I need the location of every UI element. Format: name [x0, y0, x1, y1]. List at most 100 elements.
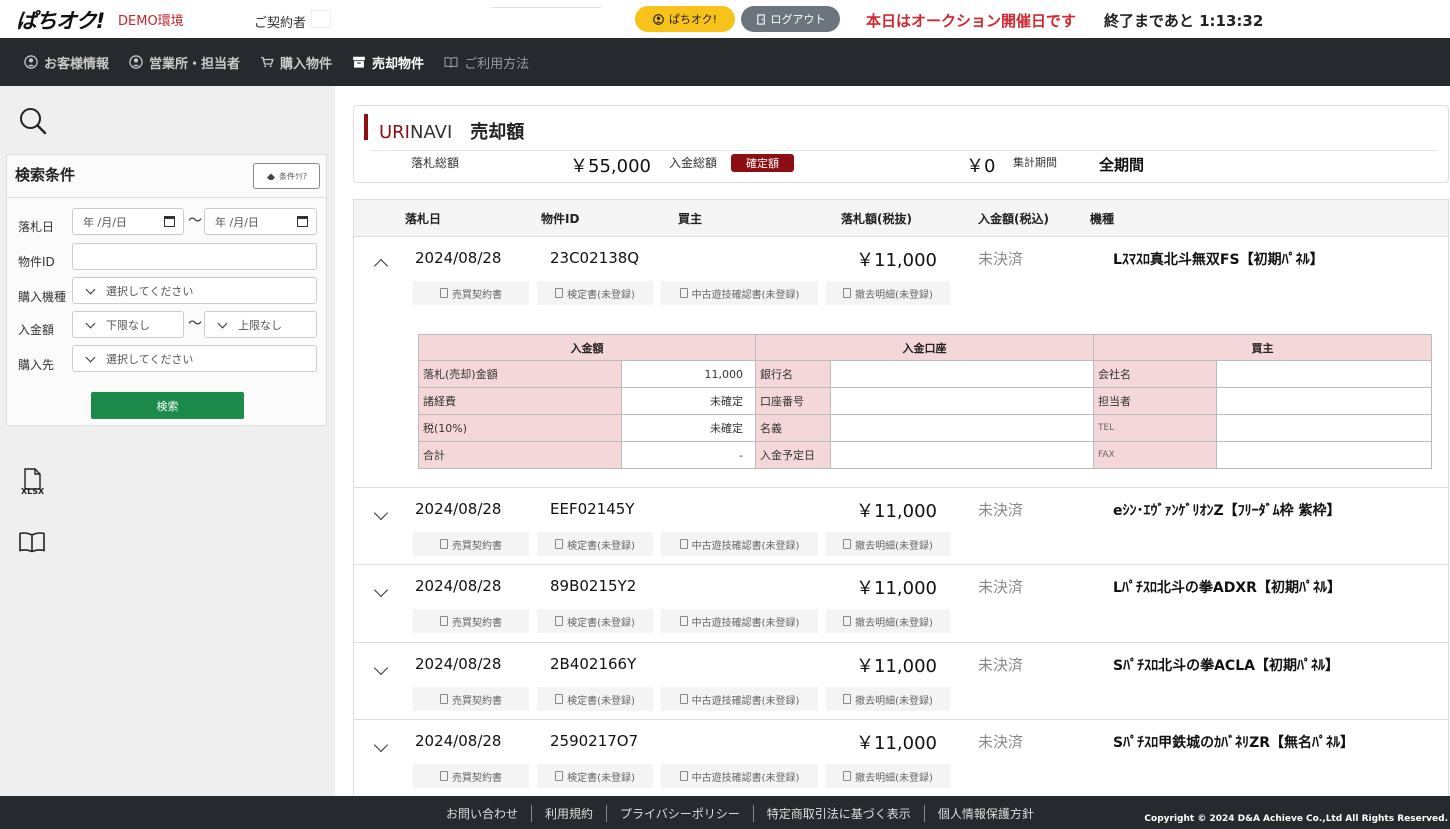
row-status: 未決済 — [978, 578, 1024, 596]
nav-item-sold[interactable]: 売却物件 — [352, 53, 424, 72]
contract-name-field — [311, 10, 331, 28]
logout-button[interactable]: ログアウト — [741, 6, 840, 32]
nav-item-purchased[interactable]: 購入物件 — [260, 53, 332, 72]
doc-contract-button[interactable]: 売買契約書 — [413, 281, 529, 305]
chevron-up-icon[interactable] — [373, 258, 389, 274]
search-conditions-panel: 検索条件 条件ｸﾘｱ 落札日 年 /月/日 〜 年 /月/日 物件ID 購入機種… — [6, 154, 327, 426]
doc-used-confirm-button[interactable]: 中古遊技確認書(未登録) — [661, 281, 818, 305]
col-date: 落札日 — [405, 212, 442, 226]
table-row[interactable]: 2024/08/28 EEF02145Y ￥11,000 未決済 eｼﾝ･ｴｳﾞ… — [354, 488, 1448, 565]
doc-inspection-button[interactable]: 検定書(未登録) — [537, 687, 653, 711]
row-status: 未決済 — [978, 250, 1024, 268]
doc-removal-button[interactable]: 撤去明細(未登録) — [826, 764, 950, 788]
copyright: Copyright © 2024 D&A Achieve Co.,Ltd All… — [1144, 814, 1448, 824]
row-model: Sﾊﾟﾁｽﾛ北斗の拳ACLA【初期ﾊﾟﾈﾙ】 — [1113, 658, 1339, 674]
table-row[interactable]: 2024/08/28 2590217O7 ￥11,000 未決済 Sﾊﾟﾁｽﾛ甲… — [354, 720, 1448, 797]
row-date: 2024/08/28 — [415, 655, 502, 673]
doc-contract-button[interactable]: 売買契約書 — [413, 532, 529, 556]
scheduled-label: 入金予定日 — [755, 441, 831, 469]
document-icon — [440, 694, 448, 704]
footer-link-terms[interactable]: 利用規約 — [532, 805, 608, 822]
total-label: 合計 — [418, 441, 622, 469]
footer-link-commerce-law[interactable]: 特定商取引法に基づく表示 — [754, 805, 925, 822]
doc-removal-button[interactable]: 撤去明細(未登録) — [826, 532, 950, 556]
document-icon — [843, 288, 852, 298]
search-icon[interactable] — [18, 106, 48, 136]
amount-max-select[interactable]: 上限なし — [204, 311, 317, 338]
title-amount: 売却額 — [470, 122, 525, 143]
footer-link-contact[interactable]: お問い合わせ — [433, 805, 533, 822]
fax-value — [1216, 441, 1432, 469]
calendar-icon[interactable] — [164, 216, 175, 227]
document-icon — [555, 694, 564, 704]
holder-label: 名義 — [755, 414, 831, 442]
doc-contract-button[interactable]: 売買契約書 — [413, 609, 529, 633]
doc-removal-button[interactable]: 撤去明細(未登録) — [826, 281, 950, 305]
doc-used-confirm-button[interactable]: 中古遊技確認書(未登録) — [661, 687, 818, 711]
doc-removal-button[interactable]: 撤去明細(未登録) — [826, 687, 950, 711]
doc-removal-button[interactable]: 撤去明細(未登録) — [826, 609, 950, 633]
doc-contract-button[interactable]: 売買契約書 — [413, 687, 529, 711]
clear-conditions-button[interactable]: 条件ｸﾘｱ — [253, 163, 320, 189]
user-circle-icon — [653, 13, 664, 25]
doc-inspection-button[interactable]: 検定書(未登録) — [537, 764, 653, 788]
bid-amount-label: 落札(売却)金額 — [418, 360, 622, 388]
search-button[interactable]: 検索 — [91, 392, 244, 419]
doc-used-confirm-button[interactable]: 中古遊技確認書(未登録) — [661, 609, 818, 633]
eraser-icon — [267, 173, 275, 180]
chevron-down-icon[interactable] — [373, 737, 389, 753]
col-paid: 入金額(税込) — [978, 212, 1049, 226]
env-label: DEMO環境 — [118, 14, 184, 29]
doc-inspection-button[interactable]: 検定書(未登録) — [537, 281, 653, 305]
doc-inspection-button[interactable]: 検定書(未登録) — [537, 609, 653, 633]
book-icon[interactable] — [18, 531, 46, 553]
date-to-placeholder: 年 /月/日 — [215, 215, 259, 229]
col-buyer: 買主 — [678, 212, 703, 226]
calendar-icon[interactable] — [297, 216, 308, 227]
pachioku-button-label: ぱちオク! — [668, 13, 718, 26]
fax-label: FAX — [1093, 441, 1217, 469]
col-price: 落札額(税抜) — [841, 212, 912, 226]
buyer-select[interactable]: 選択してください — [72, 345, 317, 372]
document-icon — [555, 288, 564, 298]
date-to-input[interactable]: 年 /月/日 — [204, 208, 317, 235]
doc-used-confirm-button[interactable]: 中古遊技確認書(未登録) — [661, 532, 818, 556]
doc-label: 撤去明細(未登録) — [855, 695, 933, 707]
doc-used-confirm-button[interactable]: 中古遊技確認書(未登録) — [661, 764, 818, 788]
document-icon — [679, 694, 688, 704]
nav-item-office-staff[interactable]: 営業所・担当者 — [129, 53, 240, 72]
account-no-value — [830, 387, 1094, 415]
row-date: 2024/08/28 — [415, 577, 502, 595]
main-nav: お客様情報 営業所・担当者 購入物件 売却物件 ご利用方法 — [0, 38, 1450, 86]
door-icon — [756, 13, 765, 25]
footer-link-privacy[interactable]: プライバシーポリシー — [607, 805, 754, 822]
doc-inspection-button[interactable]: 検定書(未登録) — [537, 532, 653, 556]
nav-item-label: お客様情報 — [44, 56, 110, 72]
table-row[interactable]: 2024/08/28 89B0215Y2 ￥11,000 未決済 Lﾊﾟﾁｽﾛ北… — [354, 565, 1448, 643]
document-icon — [440, 288, 448, 298]
chevron-down-icon[interactable] — [373, 660, 389, 676]
chevron-down-icon[interactable] — [373, 505, 389, 521]
xlsx-export-icon[interactable]: XLSX — [20, 468, 44, 498]
nav-item-usage-guide[interactable]: ご利用方法 — [444, 53, 529, 72]
nav-item-customer-info[interactable]: お客様情報 — [24, 53, 109, 72]
item-id-input[interactable] — [72, 243, 317, 270]
amount-min-select[interactable]: 下限なし — [72, 311, 184, 338]
logo[interactable]: ぱちオク! — [16, 5, 105, 35]
chevron-down-icon[interactable] — [373, 582, 389, 598]
row-id: 89B0215Y2 — [550, 577, 637, 595]
table-row[interactable]: 2024/08/28 23C02138Q ￥11,000 未決済 Lｽﾏｽﾛ真北… — [354, 237, 1448, 488]
table-row[interactable]: 2024/08/28 2B402166Y ￥11,000 未決済 Sﾊﾟﾁｽﾛ北… — [354, 643, 1448, 720]
footer-link-personal-info[interactable]: 個人情報保護方針 — [925, 805, 1047, 822]
footer-links: お問い合わせ 利用規約 プライバシーポリシー 特定商取引法に基づく表示 個人情報… — [433, 805, 1047, 822]
doc-label: 売買契約書 — [452, 540, 502, 552]
doc-contract-button[interactable]: 売買契約書 — [413, 764, 529, 788]
row-price: ￥11,000 — [856, 501, 937, 522]
pachioku-button[interactable]: ぱちオク! — [635, 6, 735, 32]
row-id: 23C02138Q — [550, 249, 640, 267]
model-select[interactable]: 選択してください — [72, 277, 317, 304]
title-uri: URI — [379, 122, 410, 143]
period-label: 集計期間 — [1013, 156, 1057, 169]
date-from-input[interactable]: 年 /月/日 — [72, 208, 184, 235]
tax-value: 未確定 — [621, 414, 756, 442]
